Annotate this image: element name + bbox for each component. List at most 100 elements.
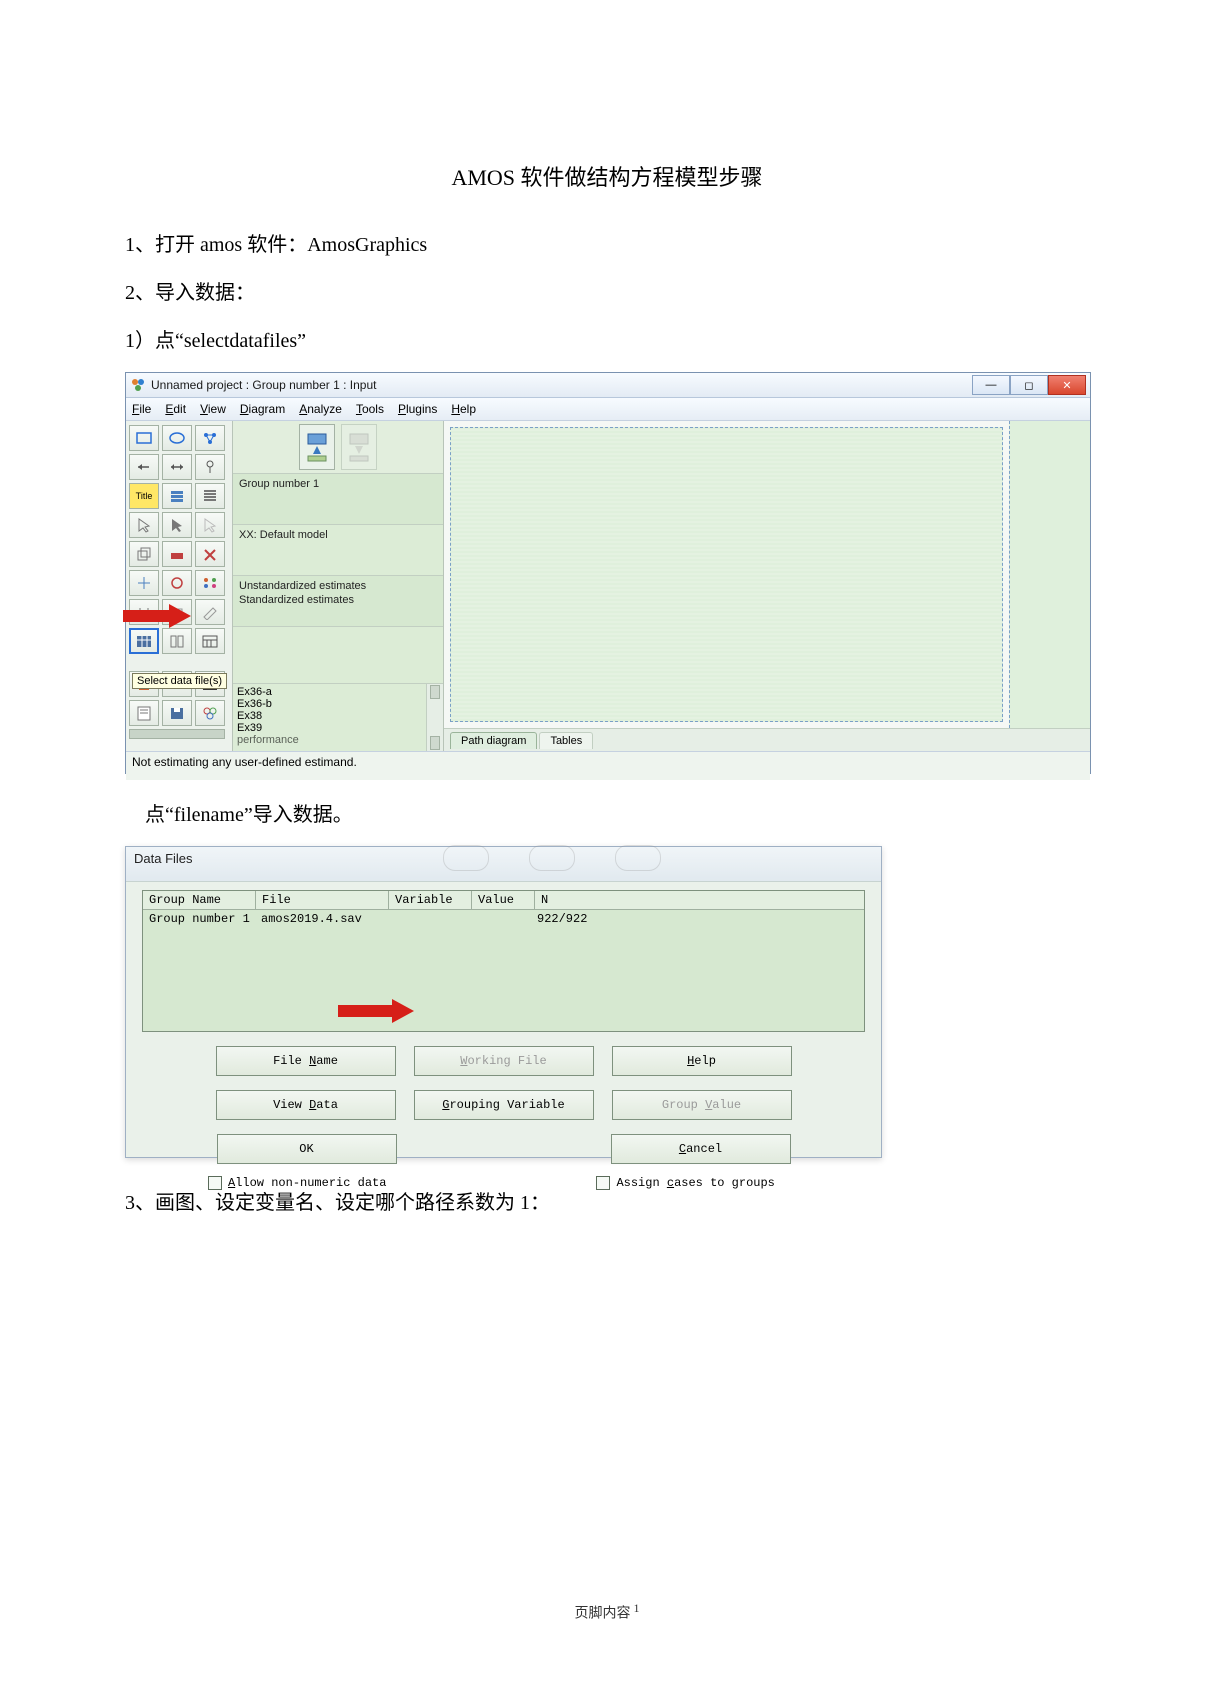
window-title: Unnamed project : Group number 1 : Input [151,378,972,392]
menu-analyze[interactable]: Analyze [299,402,342,416]
touch-up-tool[interactable] [195,599,225,625]
copy-tool[interactable] [129,541,159,567]
file-item[interactable]: Ex36-b [237,698,439,710]
step-2: 2、导入数据： [125,276,1089,310]
rect-tool[interactable] [129,425,159,451]
analysis-properties-tool[interactable] [162,628,192,654]
grouping-variable-button[interactable]: Grouping Variable [414,1090,594,1120]
list2-tool[interactable] [195,483,225,509]
file-item[interactable]: Ex38 [237,710,439,722]
std-estimates-label: Standardized estimates [237,593,439,607]
working-file-button[interactable]: Working File [414,1046,594,1076]
text: filename [174,804,244,826]
text: AmosGraphics [307,234,427,256]
group-label: Group number 1 [237,477,439,491]
data-files-dialog: Data Files Group Name File Variable Valu… [125,846,882,1158]
cell-value [469,910,531,928]
cell-group: Group number 1 [143,910,255,928]
error-tool[interactable] [195,454,225,480]
file-name-button[interactable]: File Name [216,1046,396,1076]
annotation-arrow-icon [338,999,418,1023]
text-output-tool[interactable] [129,700,159,726]
cov-tool[interactable] [162,454,192,480]
col-group: Group Name [143,891,256,909]
step-3: 3、画图、设定变量名、设定哪个路径系数为 1： [125,1186,1089,1220]
menu-edit[interactable]: Edit [165,402,186,416]
select-tool[interactable] [129,512,159,538]
calculate-tool[interactable] [195,628,225,654]
multigroup-tool[interactable] [195,700,225,726]
view-data-button[interactable]: View Data [216,1090,396,1120]
page-number: 1 [634,1601,640,1615]
decorative-shapes [443,845,661,871]
annotation-arrow-icon [123,605,193,627]
text: 软件： [242,234,307,256]
ellipse-tool[interactable] [162,425,192,451]
step-1: 1、打开 amos 软件：AmosGraphics [125,228,1089,262]
unstd-estimates-label: Unstandardized estimates [237,579,439,593]
deselect-tool[interactable] [195,512,225,538]
file-grid[interactable]: Group Name File Variable Value N Group n… [142,890,865,1032]
page-footer: 页脚内容1 [0,1601,1214,1623]
title-tool[interactable]: Title [129,483,159,509]
maximize-button[interactable]: ◻ [1010,375,1048,395]
tooltip: Select data file(s) [132,673,227,689]
help-button[interactable]: Help [612,1046,792,1076]
file-item[interactable]: performance [237,734,439,746]
save-tool[interactable] [162,700,192,726]
text: 1）点“ [125,330,184,352]
cell-file: amos2019.4.sav [255,910,387,928]
select-data-files-tool[interactable] [129,628,159,654]
input-diagram-button[interactable] [299,424,335,470]
estimates-panel[interactable]: Unstandardized estimates Standardized es… [233,576,443,627]
canvas[interactable] [450,427,1003,722]
note-filename: 点“filename”导入数据。 [125,798,1089,832]
menu-help[interactable]: Help [451,402,476,416]
rotate-tool[interactable] [162,570,192,596]
latent-tool[interactable] [195,425,225,451]
minimize-button[interactable]: — [972,375,1010,395]
menu-file[interactable]: File [132,402,151,416]
model-panel[interactable]: XX: Default model [233,525,443,576]
menu-tools[interactable]: Tools [356,402,384,416]
close-button[interactable]: ✕ [1048,375,1086,395]
dialog-title-bar[interactable]: Data Files [126,847,881,882]
menu-bar: File Edit View Diagram Analyze Tools Plu… [126,398,1090,421]
amos-window: Unnamed project : Group number 1 : Input… [125,372,1091,774]
select-all-tool[interactable] [162,512,192,538]
toolbox: Title [126,421,233,751]
dialog-title: Data Files [134,851,193,866]
menu-diagram[interactable]: Diagram [240,402,285,416]
middle-panel: Group number 1 XX: Default model Unstand… [233,421,444,751]
menu-view[interactable]: View [200,402,226,416]
grid-row[interactable]: Group number 1 amos2019.4.sav 922/922 [143,910,864,928]
text: ”导入数据。 [244,804,353,826]
title-bar[interactable]: Unnamed project : Group number 1 : Input… [126,373,1090,398]
diagram-area: Path diagram Tables [444,421,1090,751]
col-variable: Variable [389,891,472,909]
ok-button[interactable]: OK [217,1134,397,1164]
group-value-button[interactable]: Group Value [612,1090,792,1120]
cell-variable [387,910,469,928]
move-tool[interactable] [162,541,192,567]
text: 1、打开 [125,234,200,256]
group-panel[interactable]: Group number 1 [233,474,443,525]
file-item[interactable]: Ex36-a [237,686,439,698]
delete-tool[interactable] [195,541,225,567]
output-diagram-button[interactable] [341,424,377,470]
path-tool[interactable] [129,454,159,480]
blank-panel [233,627,443,684]
tab-path-diagram[interactable]: Path diagram [450,732,537,749]
assign-cases-checkbox[interactable]: Assign cases to groups [596,1176,774,1190]
scrollbar[interactable] [426,684,443,751]
cell-n: 922/922 [531,910,864,928]
list-tool[interactable] [162,483,192,509]
reflect-tool[interactable] [195,570,225,596]
file-list[interactable]: Ex36-a Ex36-b Ex38 Ex39 performance [233,684,443,751]
file-item[interactable]: Ex39 [237,722,439,734]
menu-plugins[interactable]: Plugins [398,402,437,416]
tab-tables[interactable]: Tables [539,732,593,749]
resize-tool[interactable] [129,570,159,596]
step-2-1: 1）点“selectdatafiles” [125,324,1089,358]
cancel-button[interactable]: Cancel [611,1134,791,1164]
